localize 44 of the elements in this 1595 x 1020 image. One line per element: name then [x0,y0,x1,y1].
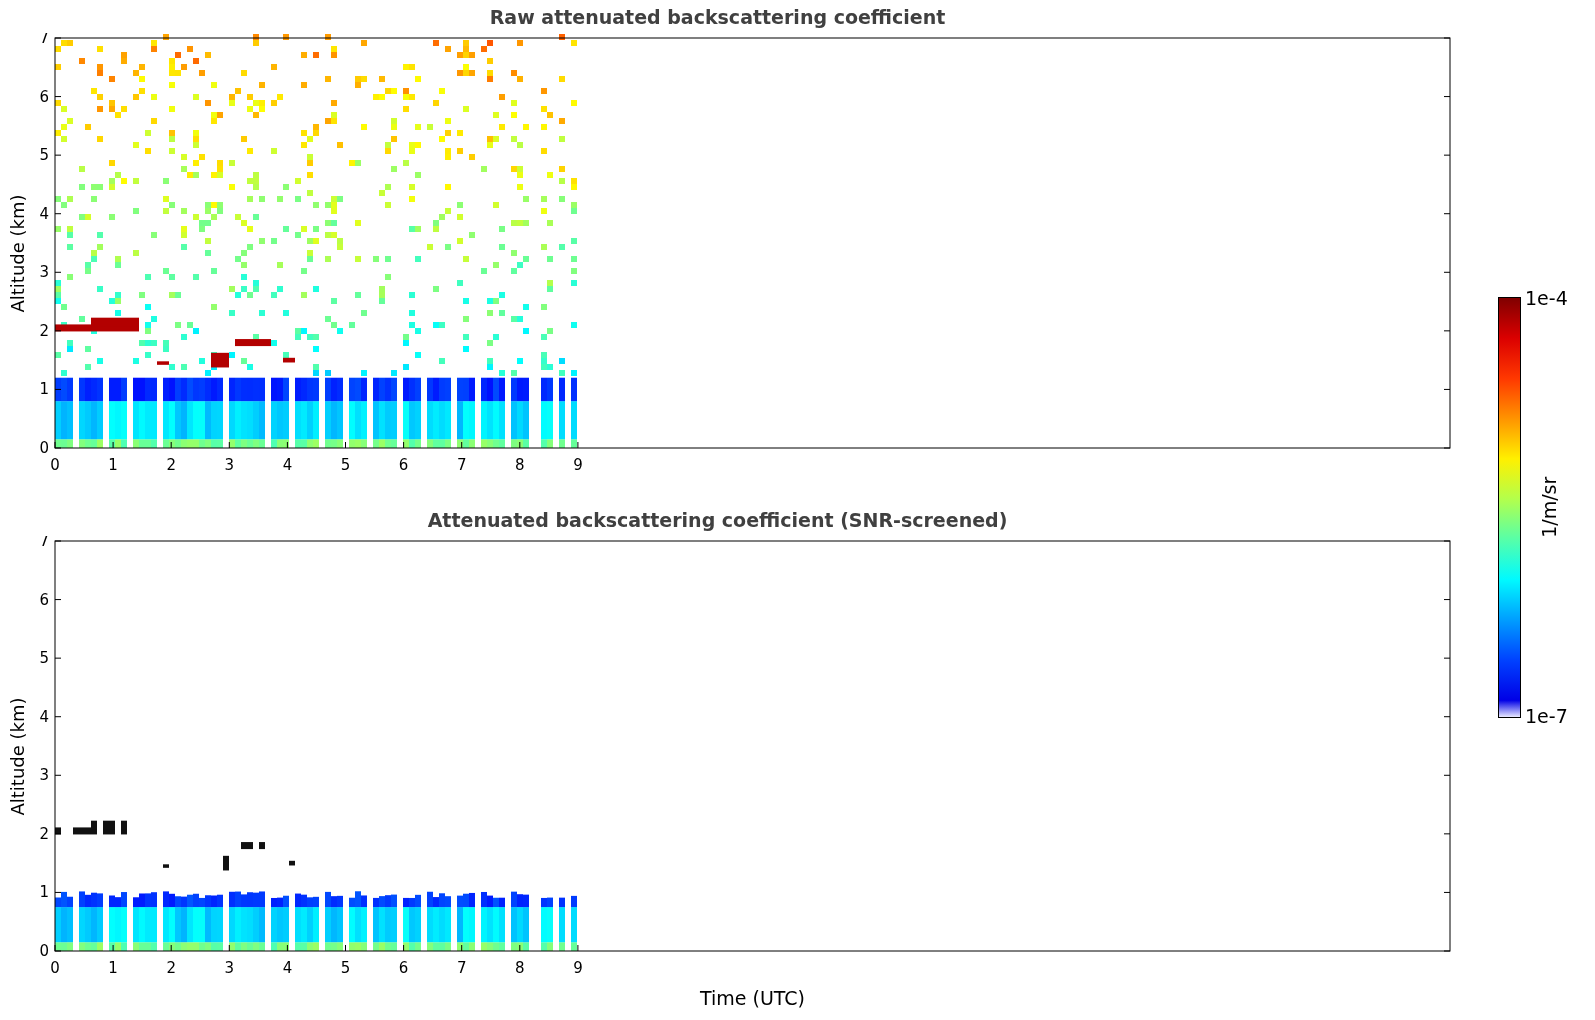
tick-label: 0 [50,959,60,976]
tick-label: 6 [398,456,409,473]
tick-label: 0 [50,456,60,473]
axis-label: Altitude (km) [6,193,29,313]
tick-label: 1 [39,883,49,902]
tick-label: 7 [456,959,467,976]
tick-label: 2 [166,959,176,976]
tick-label: 2 [39,321,49,340]
chart-title: Attenuated backscattering coefficient (SNR-screened) [427,511,1008,530]
tick-label: 5 [340,456,351,473]
tick-label: 1 [39,380,49,399]
tick-label: 2 [39,824,49,843]
tick-label: 4 [282,456,293,473]
tick-label: 5 [39,146,49,165]
tick-label: 3 [39,766,49,785]
tick-label: 5 [39,649,49,668]
tick-label: 7 [39,536,49,550]
tick-label: 5 [340,959,351,976]
tick-label: 9 [573,456,583,473]
tick-label: 1 [108,456,118,473]
tick-label: 8 [515,456,525,473]
tick-label: 7 [39,33,49,47]
tick-label: 3 [224,456,235,473]
tick-label: 3 [39,263,49,282]
tick-label: 6 [398,959,409,976]
axis-label: Time (UTC) [700,986,805,1011]
axis-label: Altitude (km) [6,696,29,816]
tick-label: 3 [224,959,235,976]
tick-label: 8 [515,959,525,976]
tick-label: 4 [282,959,293,976]
colorbar-min-label: 1e-7 [1525,707,1569,726]
tick-label: 4 [39,707,49,726]
tick-label: 6 [39,590,49,609]
tick-label: 1 [108,959,118,976]
tick-label: 0 [39,942,49,960]
tick-label: 0 [39,439,49,457]
tick-label: 6 [39,87,49,106]
colorbar-max-label: 1e-4 [1525,289,1569,308]
tick-label: 4 [39,204,49,223]
tick-label: 7 [456,456,467,473]
chart-title: Raw attenuated backscattering coefficient [489,8,946,27]
tick-label: 2 [166,456,176,473]
tick-label: 9 [573,959,583,976]
colorbar-unit-label: 1/m/sr [1537,476,1562,539]
